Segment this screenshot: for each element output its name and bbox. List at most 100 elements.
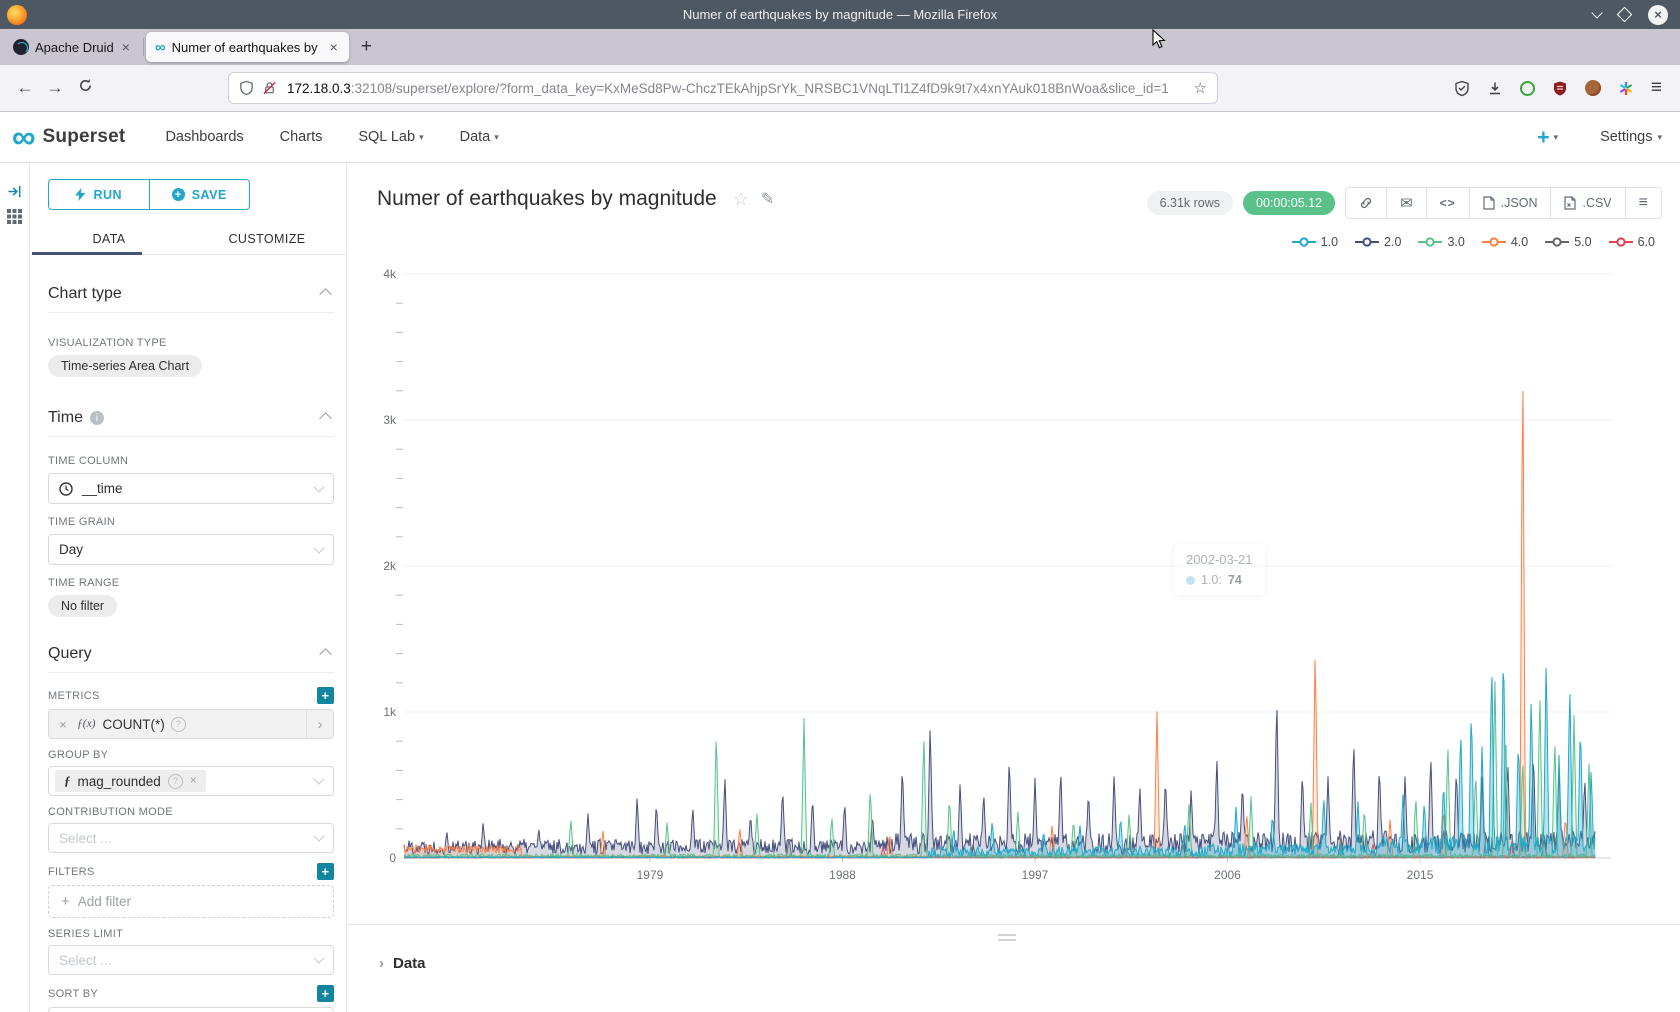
new-tab-button[interactable]: + — [349, 36, 384, 58]
chevron-down-icon — [313, 542, 324, 553]
mouse-cursor — [1152, 29, 1166, 49]
groupby-select[interactable]: ƒ mag_rounded ? × — [48, 766, 334, 796]
nav-sql-lab[interactable]: SQL Lab▾ — [358, 129, 423, 145]
time-grain-select[interactable]: Day — [48, 534, 334, 565]
url-bar[interactable]: 172.18.0.3:32108/superset/explore/?form_… — [228, 72, 1218, 104]
tab-apache-druid[interactable]: Apache Druid × — [4, 32, 141, 62]
section-time[interactable]: Timei — [48, 409, 334, 427]
clock-icon — [59, 482, 73, 496]
tab-earthquakes-chart[interactable]: ∞ Numer of earthquakes by m × — [146, 32, 349, 62]
mail-icon: ✉ — [1400, 194, 1413, 212]
shield-icon[interactable] — [239, 80, 254, 96]
extension-cookie-icon[interactable] — [1585, 80, 1601, 96]
settings-menu[interactable]: Settings▾ — [1600, 129, 1662, 145]
window-titlebar: Numer of earthquakes by magnitude — Mozi… — [0, 0, 1680, 29]
save-button[interactable]: + SAVE — [150, 180, 250, 209]
section-query[interactable]: Query — [48, 645, 334, 663]
viz-type-pill[interactable]: Time-series Area Chart — [48, 355, 202, 377]
save-plus-icon: + — [172, 188, 185, 201]
favorite-star-icon[interactable]: ☆ — [733, 189, 749, 210]
export-json-button[interactable]: .JSON — [1469, 188, 1551, 218]
function-icon: ƒ(x) — [77, 718, 96, 730]
downloads-icon[interactable] — [1487, 80, 1503, 97]
add-filter-dropzone[interactable]: + Add filter — [48, 885, 334, 918]
add-metric-button[interactable]: + — [317, 687, 334, 704]
export-csv-button[interactable]: .CSV — [1550, 188, 1624, 218]
dataset-grid-icon[interactable] — [7, 209, 22, 224]
browser-menu-icon[interactable]: ≡ — [1651, 77, 1662, 99]
time-column-select[interactable]: __time — [48, 473, 334, 504]
copy-link-button[interactable] — [1346, 188, 1386, 218]
forward-icon[interactable]: → — [40, 78, 70, 98]
timeseries-area-chart[interactable]: 01k2k3k4k19791988199720062015 — [347, 221, 1679, 927]
svg-text:1997: 1997 — [1022, 868, 1049, 882]
lock-insecure-icon[interactable] — [262, 80, 277, 96]
question-circle-icon: ? — [168, 774, 183, 789]
question-circle-icon: ? — [171, 717, 186, 732]
email-button[interactable]: ✉ — [1386, 188, 1426, 218]
tab-close-icon[interactable]: × — [328, 39, 340, 55]
left-icon-rail — [0, 163, 30, 1012]
ublock-shield-icon[interactable] — [1552, 80, 1568, 97]
nav-dashboards[interactable]: Dashboards — [165, 129, 243, 145]
url-host: 172.18.0.3 — [287, 81, 351, 96]
contribution-mode-select[interactable]: Select ... — [48, 823, 334, 853]
window-minimize-icon[interactable] — [1591, 7, 1602, 18]
tab-close-icon[interactable]: × — [120, 39, 132, 55]
tab-customize[interactable]: CUSTOMIZE — [188, 223, 346, 254]
chevron-down-icon — [313, 481, 324, 492]
lightning-icon — [75, 188, 86, 201]
series-limit-label: SERIES LIMIT — [48, 928, 334, 940]
superset-logo[interactable]: ∞ Superset — [12, 126, 125, 148]
add-sort-button[interactable]: + — [317, 985, 334, 1002]
window-close-icon[interactable]: × — [1648, 5, 1668, 25]
extension-green-icon[interactable] — [1520, 81, 1535, 96]
section-chart-type[interactable]: Chart type — [48, 285, 334, 303]
remove-metric-icon[interactable]: × — [49, 717, 77, 732]
data-section-toggle[interactable]: › Data — [379, 955, 426, 972]
svg-text:0: 0 — [389, 851, 396, 865]
svg-text:3k: 3k — [383, 413, 397, 427]
filters-label: FILTERS — [48, 866, 95, 878]
add-filter-button[interactable]: + — [317, 863, 334, 880]
chevron-right-icon: › — [379, 955, 384, 972]
metric-pill[interactable]: × ƒ(x) COUNT(*) ? › — [48, 709, 334, 739]
caret-down-icon: ▾ — [494, 132, 499, 143]
groupby-label: GROUP BY — [48, 749, 334, 761]
svg-text:2006: 2006 — [1214, 868, 1241, 882]
superset-favicon: ∞ — [155, 40, 166, 55]
window-maximize-icon[interactable] — [1617, 7, 1633, 23]
expand-metric-icon[interactable]: › — [306, 710, 333, 738]
results-pane: › Data — [347, 924, 1680, 1012]
chart-menu-button[interactable]: ≡ — [1625, 188, 1661, 218]
extension-pinwheel-icon[interactable] — [1618, 80, 1634, 97]
chevron-down-icon — [313, 830, 324, 841]
query-duration-badge: 00:00:05.12 — [1243, 191, 1335, 215]
contribution-mode-label: CONTRIBUTION MODE — [48, 806, 334, 818]
file-x-icon — [1564, 196, 1576, 210]
remove-chip-icon[interactable]: × — [190, 775, 197, 787]
run-button[interactable]: RUN — [49, 180, 150, 209]
time-column-label: TIME COLUMN — [48, 455, 334, 467]
groupby-chip[interactable]: ƒ mag_rounded ? × — [55, 770, 206, 792]
resize-handle[interactable] — [998, 931, 1016, 941]
collapse-panel-icon[interactable] — [7, 184, 23, 199]
sort-by-select[interactable] — [48, 1007, 334, 1012]
reload-icon[interactable] — [70, 78, 100, 98]
embed-code-button[interactable]: <> — [1426, 188, 1469, 218]
edit-title-icon[interactable]: ✎ — [761, 189, 774, 209]
time-range-pill[interactable]: No filter — [48, 595, 117, 617]
panel-tabs: DATA CUSTOMIZE — [30, 223, 346, 255]
nav-charts[interactable]: Charts — [280, 129, 323, 145]
new-item-button[interactable]: +▾ — [1537, 127, 1558, 148]
info-icon: i — [90, 411, 104, 425]
tab-data[interactable]: DATA — [30, 223, 188, 254]
nav-data[interactable]: Data▾ — [460, 129, 499, 145]
pocket-shield-icon[interactable] — [1454, 80, 1470, 97]
firefox-window: Numer of earthquakes by magnitude — Mozi… — [0, 0, 1680, 1012]
tab-title: Apache Druid — [35, 40, 114, 55]
back-icon[interactable]: ← — [10, 78, 40, 98]
bookmark-star-icon[interactable]: ☆ — [1194, 79, 1207, 97]
series-limit-select[interactable]: Select ... — [48, 945, 334, 975]
chevron-up-icon — [319, 288, 332, 301]
